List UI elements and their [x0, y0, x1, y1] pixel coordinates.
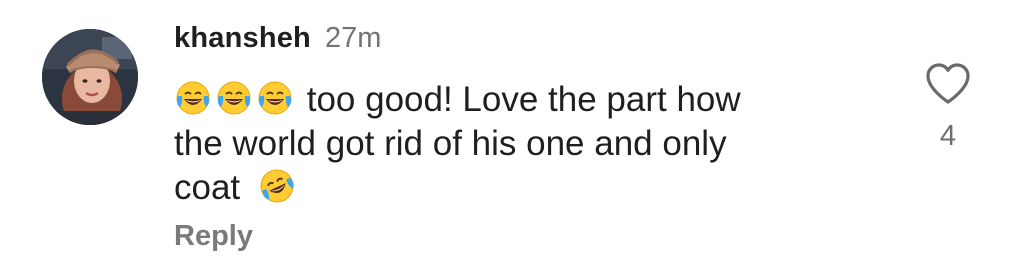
comment-text: too good! Love the part how the world go…	[174, 78, 854, 210]
comment-line-3: coat	[174, 166, 854, 210]
comment-line-1: too good! Love the part how	[174, 78, 854, 122]
like-button[interactable]	[924, 62, 972, 106]
avatar[interactable]	[42, 29, 138, 125]
rolling-on-the-floor-laughing-icon	[258, 167, 296, 205]
comment: khansheh 27m too good! Love the part how…	[0, 0, 1024, 279]
timestamp: 27m	[324, 22, 382, 54]
avatar-image	[42, 29, 138, 125]
comment-header: khansheh 27m	[174, 22, 381, 62]
username[interactable]: khansheh	[174, 22, 311, 55]
like-count: 4	[939, 120, 957, 152]
comment-line-2: the world got rid of his one and only	[174, 124, 727, 163]
comment-text-segment: coat	[174, 168, 241, 207]
face-with-tears-of-joy-icon	[174, 79, 212, 117]
face-with-tears-of-joy-icon	[256, 79, 294, 117]
comment-text-segment: too good! Love the part how	[306, 80, 741, 119]
reply-button[interactable]: Reply	[174, 220, 253, 253]
face-with-tears-of-joy-icon	[215, 79, 253, 117]
heart-outline-icon	[926, 63, 970, 104]
